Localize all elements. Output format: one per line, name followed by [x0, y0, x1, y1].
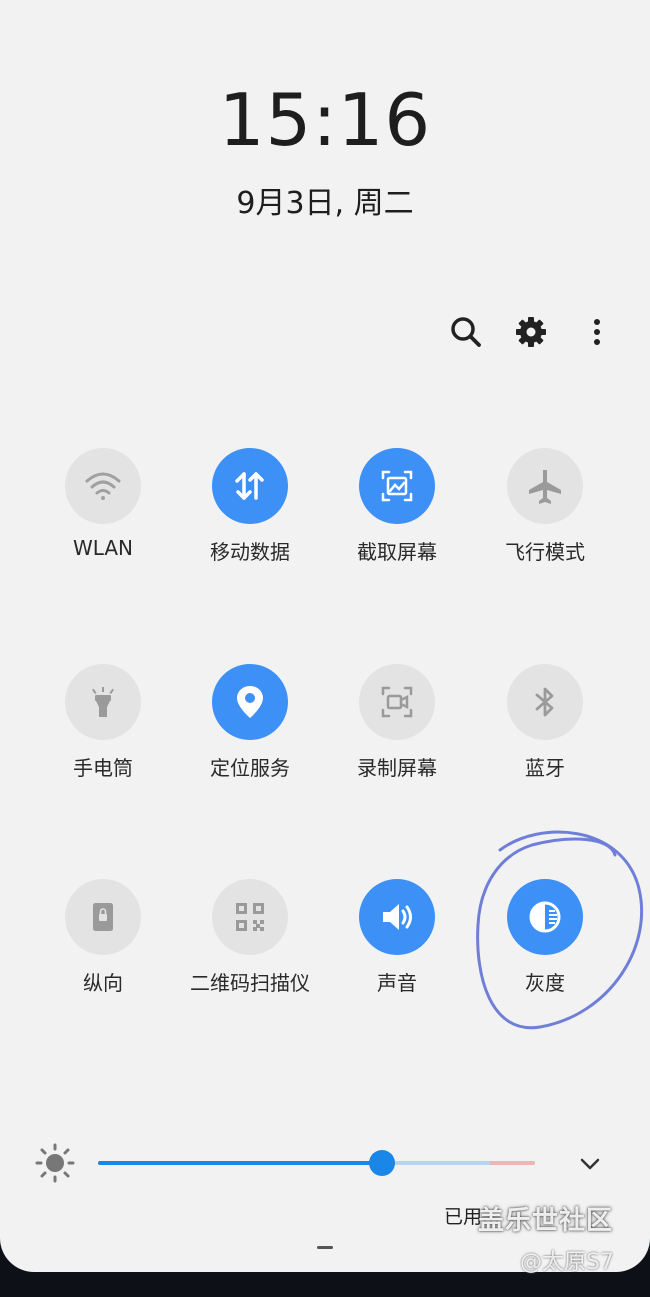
tile-wlan[interactable]: WLAN — [28, 448, 178, 598]
sound-icon — [359, 879, 435, 955]
tile-screenshot[interactable]: 截取屏幕 — [322, 448, 472, 598]
wifi-icon — [65, 448, 141, 524]
bluetooth-icon — [507, 664, 583, 740]
tile-sound[interactable]: 声音 — [322, 879, 472, 1029]
sun-icon — [34, 1142, 76, 1184]
tile-bluetooth[interactable]: 蓝牙 — [470, 664, 620, 814]
clock-time: 15:16 — [218, 78, 432, 162]
tile-screen-record[interactable]: 录制屏幕 — [322, 664, 472, 814]
watermark-author: @太原S7 — [520, 1250, 614, 1275]
annotation-circle — [476, 830, 644, 1030]
tile-portrait[interactable]: 纵向 — [28, 879, 178, 1029]
portrait-lock-icon — [65, 879, 141, 955]
flashlight-icon — [65, 664, 141, 740]
slider-fill — [98, 1161, 383, 1165]
tile-airplane-mode[interactable]: 飞行模式 — [470, 448, 620, 598]
tile-flashlight[interactable]: 手电筒 — [28, 664, 178, 814]
tile-location[interactable]: 定位服务 — [175, 664, 325, 814]
screenshot-icon — [359, 448, 435, 524]
brightness-slider[interactable] — [98, 1150, 535, 1176]
chevron-down-icon[interactable] — [576, 1150, 604, 1178]
tile-qr-scanner[interactable]: 二维码扫描仪 — [175, 879, 325, 1029]
slider-thumb[interactable] — [369, 1150, 396, 1176]
drag-handle[interactable] — [317, 1246, 333, 1249]
tile-label: 飞行模式 — [505, 540, 585, 564]
screen-record-icon — [359, 664, 435, 740]
tile-label: 蓝牙 — [525, 756, 565, 780]
qr-scanner-icon — [212, 879, 288, 955]
search-icon[interactable] — [446, 312, 486, 352]
tile-mobile-data[interactable]: 移动数据 — [175, 448, 325, 598]
more-vert-icon[interactable] — [577, 312, 617, 352]
quick-panel: 15:16 9月3日, 周二 WLAN 移动数据 截取屏幕 飞行模式 手电筒 定… — [0, 0, 650, 1272]
brightness-row — [0, 1136, 650, 1188]
watermark-title: 盖乐世社区 — [478, 1206, 614, 1236]
gear-icon[interactable] — [511, 312, 551, 352]
airplane-icon — [507, 448, 583, 524]
slider-warn-zone — [490, 1161, 535, 1165]
mobile-data-icon — [212, 448, 288, 524]
location-icon — [212, 664, 288, 740]
clock-date: 9月3日, 周二 — [236, 186, 414, 221]
